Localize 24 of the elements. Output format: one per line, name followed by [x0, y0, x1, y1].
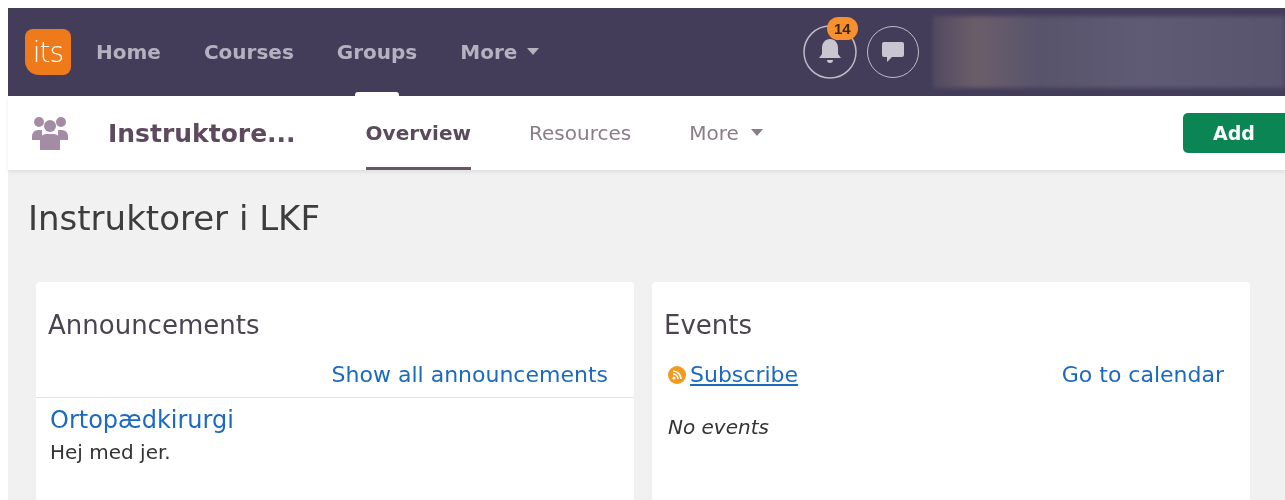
nav-link[interactable]: Home	[96, 8, 161, 96]
logo[interactable]: its	[25, 29, 71, 75]
rss-icon	[668, 365, 686, 384]
nav-link[interactable]: Groups	[336, 8, 418, 96]
announcement-title[interactable]: Ortopædkirurgi	[36, 398, 634, 434]
notifications-button[interactable]: 14	[803, 15, 865, 79]
group-tab[interactable]: Resources	[529, 96, 632, 170]
page-title: Instruktorer i LKF	[28, 198, 321, 238]
calendar-link[interactable]: Go to calendar	[1061, 362, 1224, 387]
subscribe-link[interactable]: Subscribe	[690, 362, 799, 387]
nav-link[interactable]: More	[460, 8, 540, 96]
card-title: Announcements	[47, 309, 261, 340]
notification-badge: 14	[827, 17, 858, 40]
show-all-link[interactable]: Show all announcements	[331, 362, 608, 387]
nav-link[interactable]: Courses	[203, 8, 294, 96]
bell-icon	[803, 25, 857, 79]
empty-message: No events	[667, 414, 770, 439]
group-title: Instruktore...	[108, 118, 296, 148]
group-tab[interactable]: More	[689, 96, 763, 170]
group-icon	[32, 116, 68, 150]
announcement-text: Hej med jer.	[49, 439, 172, 464]
speech-bubble-icon	[880, 39, 906, 65]
add-button[interactable]: Add	[1183, 113, 1285, 153]
card-title: Events	[663, 309, 754, 340]
